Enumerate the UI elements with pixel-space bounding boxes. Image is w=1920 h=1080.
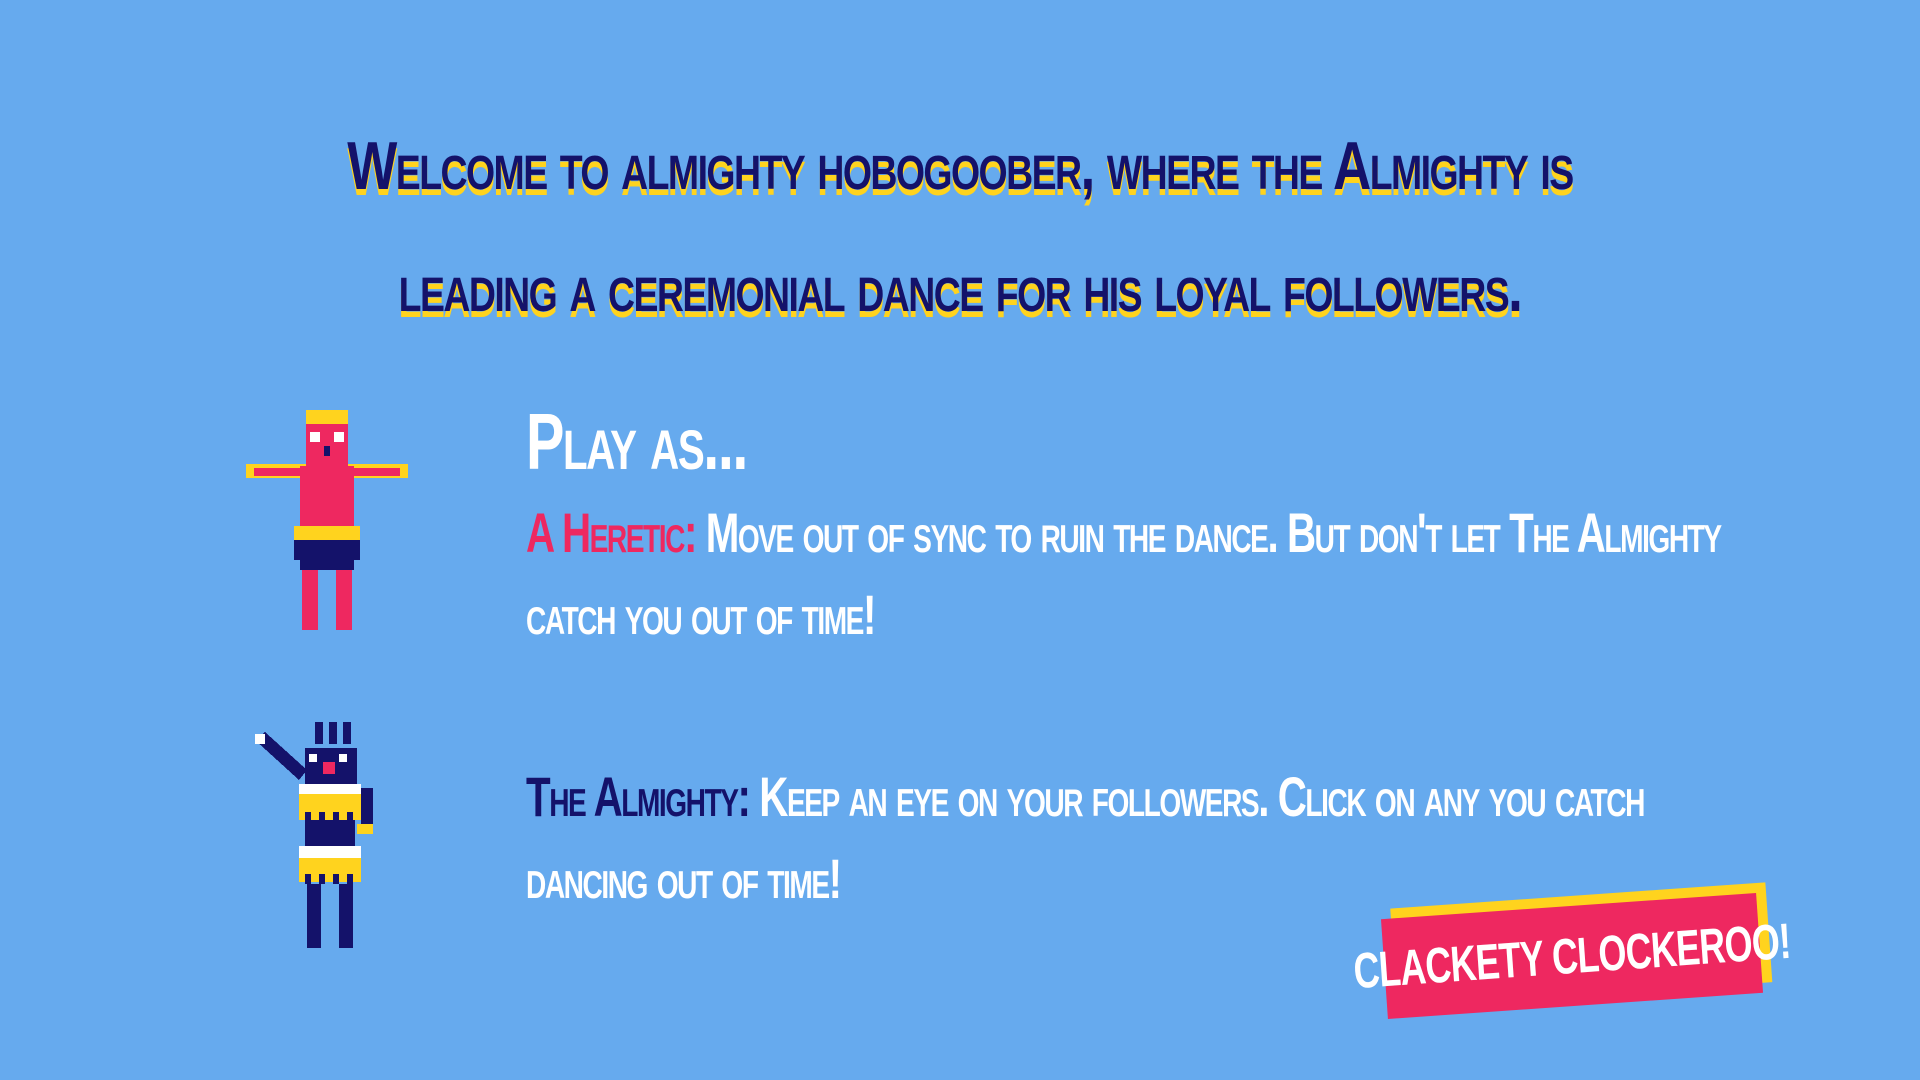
start-button-label: CLACKETY CLOCKEROO! (1351, 912, 1793, 1000)
play-as-heading: Play as... (526, 397, 748, 486)
heretic-role-description: Move out of sync to ruin the dance. But … (526, 501, 1722, 646)
almighty-role-name: The Almighty: (526, 765, 751, 828)
heretic-role-name: A Heretic: (526, 501, 697, 564)
game-screen: Welcome to almighty hobogoober, where th… (0, 0, 1920, 1080)
heretic-dancer-icon (246, 410, 408, 630)
start-game-button[interactable]: CLACKETY CLOCKEROO! (1352, 882, 1792, 1019)
welcome-headline: Welcome to almighty hobogoober, where th… (347, 128, 1574, 326)
almighty-leader-icon (255, 722, 381, 948)
almighty-description-block: The Almighty: Keep an eye on your follow… (526, 756, 1721, 920)
heretic-description-block: A Heretic: Move out of sync to ruin the … (526, 492, 1722, 656)
